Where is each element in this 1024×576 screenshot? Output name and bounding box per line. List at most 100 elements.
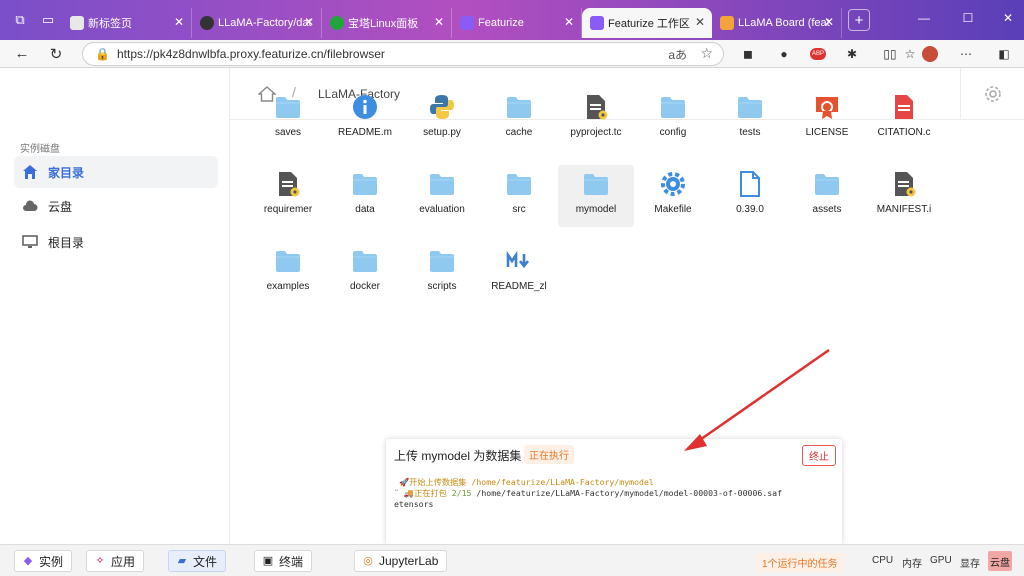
browser-tab[interactable]: Featurize ✕ xyxy=(452,8,582,38)
file-item[interactable]: Makefile xyxy=(635,165,711,227)
more-menu-icon[interactable]: ⋯ xyxy=(956,44,976,64)
tampermonkey-icon[interactable]: ● xyxy=(774,44,794,64)
file-name: README_zl xyxy=(491,281,547,292)
browser-tab[interactable]: LLaMA-Factory/dat ✕ xyxy=(192,8,322,38)
tab-actions-icon[interactable]: ▭ xyxy=(34,6,62,34)
extension-icon[interactable]: ◼ xyxy=(738,44,758,64)
file-item[interactable]: setup.py xyxy=(404,88,480,150)
profile-avatar[interactable] xyxy=(920,44,940,64)
back-icon[interactable]: ← xyxy=(8,40,36,68)
maximize-icon[interactable]: ☐ xyxy=(948,0,988,36)
extensions-puzzle-icon[interactable]: ✱ xyxy=(842,44,862,64)
file-item[interactable]: requiremer xyxy=(250,165,326,227)
close-window-icon[interactable]: ✕ xyxy=(988,0,1024,36)
file-name: examples xyxy=(266,281,310,292)
settings-button[interactable] xyxy=(960,68,1024,120)
workspaces-icon[interactable]: ⧉ xyxy=(6,6,34,34)
button-label: 终端 xyxy=(279,554,304,569)
adblock-icon[interactable]: ABP xyxy=(808,44,828,64)
file-item[interactable]: assets xyxy=(789,165,865,227)
cloud-drive-button[interactable]: 云盘 xyxy=(988,551,1012,571)
lock-icon: 🔒 xyxy=(95,47,110,61)
minimize-icon[interactable]: — xyxy=(904,0,944,36)
file-item[interactable]: tests xyxy=(712,88,788,150)
file-name: docker xyxy=(349,281,380,292)
sidebar: 实例磁盘 家目录 云盘 根目录 xyxy=(0,68,230,544)
browser-tab[interactable]: LLaMA Board (feat ✕ xyxy=(712,8,842,38)
file-name: Makefile xyxy=(654,204,692,215)
file-item[interactable]: mymodel xyxy=(558,165,634,227)
vram-stat[interactable]: 显存 xyxy=(960,555,980,570)
button-label: 实例 xyxy=(39,554,64,569)
bt-panel-icon xyxy=(330,16,344,30)
file-item[interactable]: cache xyxy=(481,88,557,150)
doc-gear-icon xyxy=(583,94,609,120)
file-item[interactable]: saves xyxy=(250,88,326,150)
python-icon xyxy=(429,94,455,120)
file-name: saves xyxy=(274,127,302,138)
tab-title: Featurize 工作区 xyxy=(608,18,690,30)
file-item[interactable]: LICENSE xyxy=(789,88,865,150)
file-item[interactable]: README.m xyxy=(327,88,403,150)
file-name: LICENSE xyxy=(805,127,849,138)
split-screen-icon[interactable]: ▯▯ xyxy=(880,44,900,64)
terminal-button[interactable]: ▣ 终端 xyxy=(254,550,313,572)
sidebar-item-cloud[interactable]: 云盘 xyxy=(14,190,218,222)
favorite-star-icon[interactable]: ☆ xyxy=(700,45,713,62)
file-item[interactable]: examples xyxy=(250,242,326,304)
file-item[interactable]: README_zl xyxy=(481,242,557,304)
close-tab-icon[interactable]: ✕ xyxy=(695,15,705,29)
read-aloud-icon[interactable]: aあ xyxy=(668,46,687,63)
tab-title: 新标签页 xyxy=(88,18,132,30)
browser-tab[interactable]: 宝塔Linux面板 ✕ xyxy=(322,8,452,38)
folder-icon xyxy=(506,94,532,120)
file-item[interactable]: src xyxy=(481,165,557,227)
apps-button[interactable]: ✧ 应用 xyxy=(86,550,145,572)
reload-icon[interactable]: ↻ xyxy=(42,40,70,68)
close-tab-icon[interactable]: ✕ xyxy=(304,15,314,29)
button-label: 应用 xyxy=(111,554,136,569)
log-line: ¨ 🚚正在打包 2/15 /home/featurize/LLaMA-Facto… xyxy=(394,488,783,498)
log-message: 开始上传数据集 xyxy=(409,477,467,487)
browser-tab-active[interactable]: Featurize 工作区 ✕ xyxy=(582,8,712,38)
memory-stat[interactable]: 内存 xyxy=(902,555,922,570)
file-item[interactable]: scripts xyxy=(404,242,480,304)
file-item[interactable]: pyproject.tc xyxy=(558,88,634,150)
file-item[interactable]: MANIFEST.i xyxy=(866,165,942,227)
bottom-bar: ◆ 实例 ✧ 应用 ▰ 文件 ▣ 终端 ◎ JupyterLab 1个运行中的任… xyxy=(0,544,1024,576)
close-tab-icon[interactable]: ✕ xyxy=(174,15,184,29)
stop-task-button[interactable]: 终止 xyxy=(802,445,836,466)
sidebar-toggle-icon[interactable]: ◧ xyxy=(994,44,1014,64)
url-input[interactable]: 🔒 https://pk4z8dnwlbfa.proxy.featurize.c… xyxy=(82,42,724,66)
log-path: /home/featurize/LLaMA-Factory/mymodel xyxy=(471,477,654,487)
browser-tab[interactable]: 新标签页 ✕ xyxy=(62,8,192,38)
sidebar-item-home[interactable]: 家目录 xyxy=(14,156,218,188)
folder-icon xyxy=(275,248,301,274)
pdf-icon xyxy=(891,94,917,120)
file-item[interactable]: data xyxy=(327,165,403,227)
file-name: mymodel xyxy=(575,204,617,215)
file-item[interactable]: 0.39.0 xyxy=(712,165,788,227)
running-tasks-indicator[interactable]: 1个运行中的任务 xyxy=(756,553,844,572)
new-tab-button[interactable]: + xyxy=(848,9,870,31)
gpu-stat[interactable]: GPU xyxy=(930,555,952,566)
file-name: README.m xyxy=(338,127,392,138)
tab-title: 宝塔Linux面板 xyxy=(348,18,419,30)
cpu-stat[interactable]: CPU xyxy=(872,555,893,566)
tab-title: LLaMA-Factory/dat xyxy=(218,17,312,29)
close-tab-icon[interactable]: ✕ xyxy=(434,15,444,29)
sidebar-item-root[interactable]: 根目录 xyxy=(14,226,218,258)
close-tab-icon[interactable]: ✕ xyxy=(824,15,834,29)
file-item[interactable]: docker xyxy=(327,242,403,304)
instance-button[interactable]: ◆ 实例 xyxy=(14,550,73,572)
files-button[interactable]: ▰ 文件 xyxy=(168,550,227,572)
jupyterlab-button[interactable]: ◎ JupyterLab xyxy=(354,550,448,572)
folder-icon xyxy=(660,94,686,120)
file-item[interactable]: config xyxy=(635,88,711,150)
favorites-icon[interactable]: ☆ xyxy=(900,44,920,64)
close-tab-icon[interactable]: ✕ xyxy=(564,15,574,29)
file-item[interactable]: CITATION.c xyxy=(866,88,942,150)
file-item[interactable]: evaluation xyxy=(404,165,480,227)
file-name: pyproject.tc xyxy=(570,127,622,138)
file-name: MANIFEST.i xyxy=(876,204,932,215)
